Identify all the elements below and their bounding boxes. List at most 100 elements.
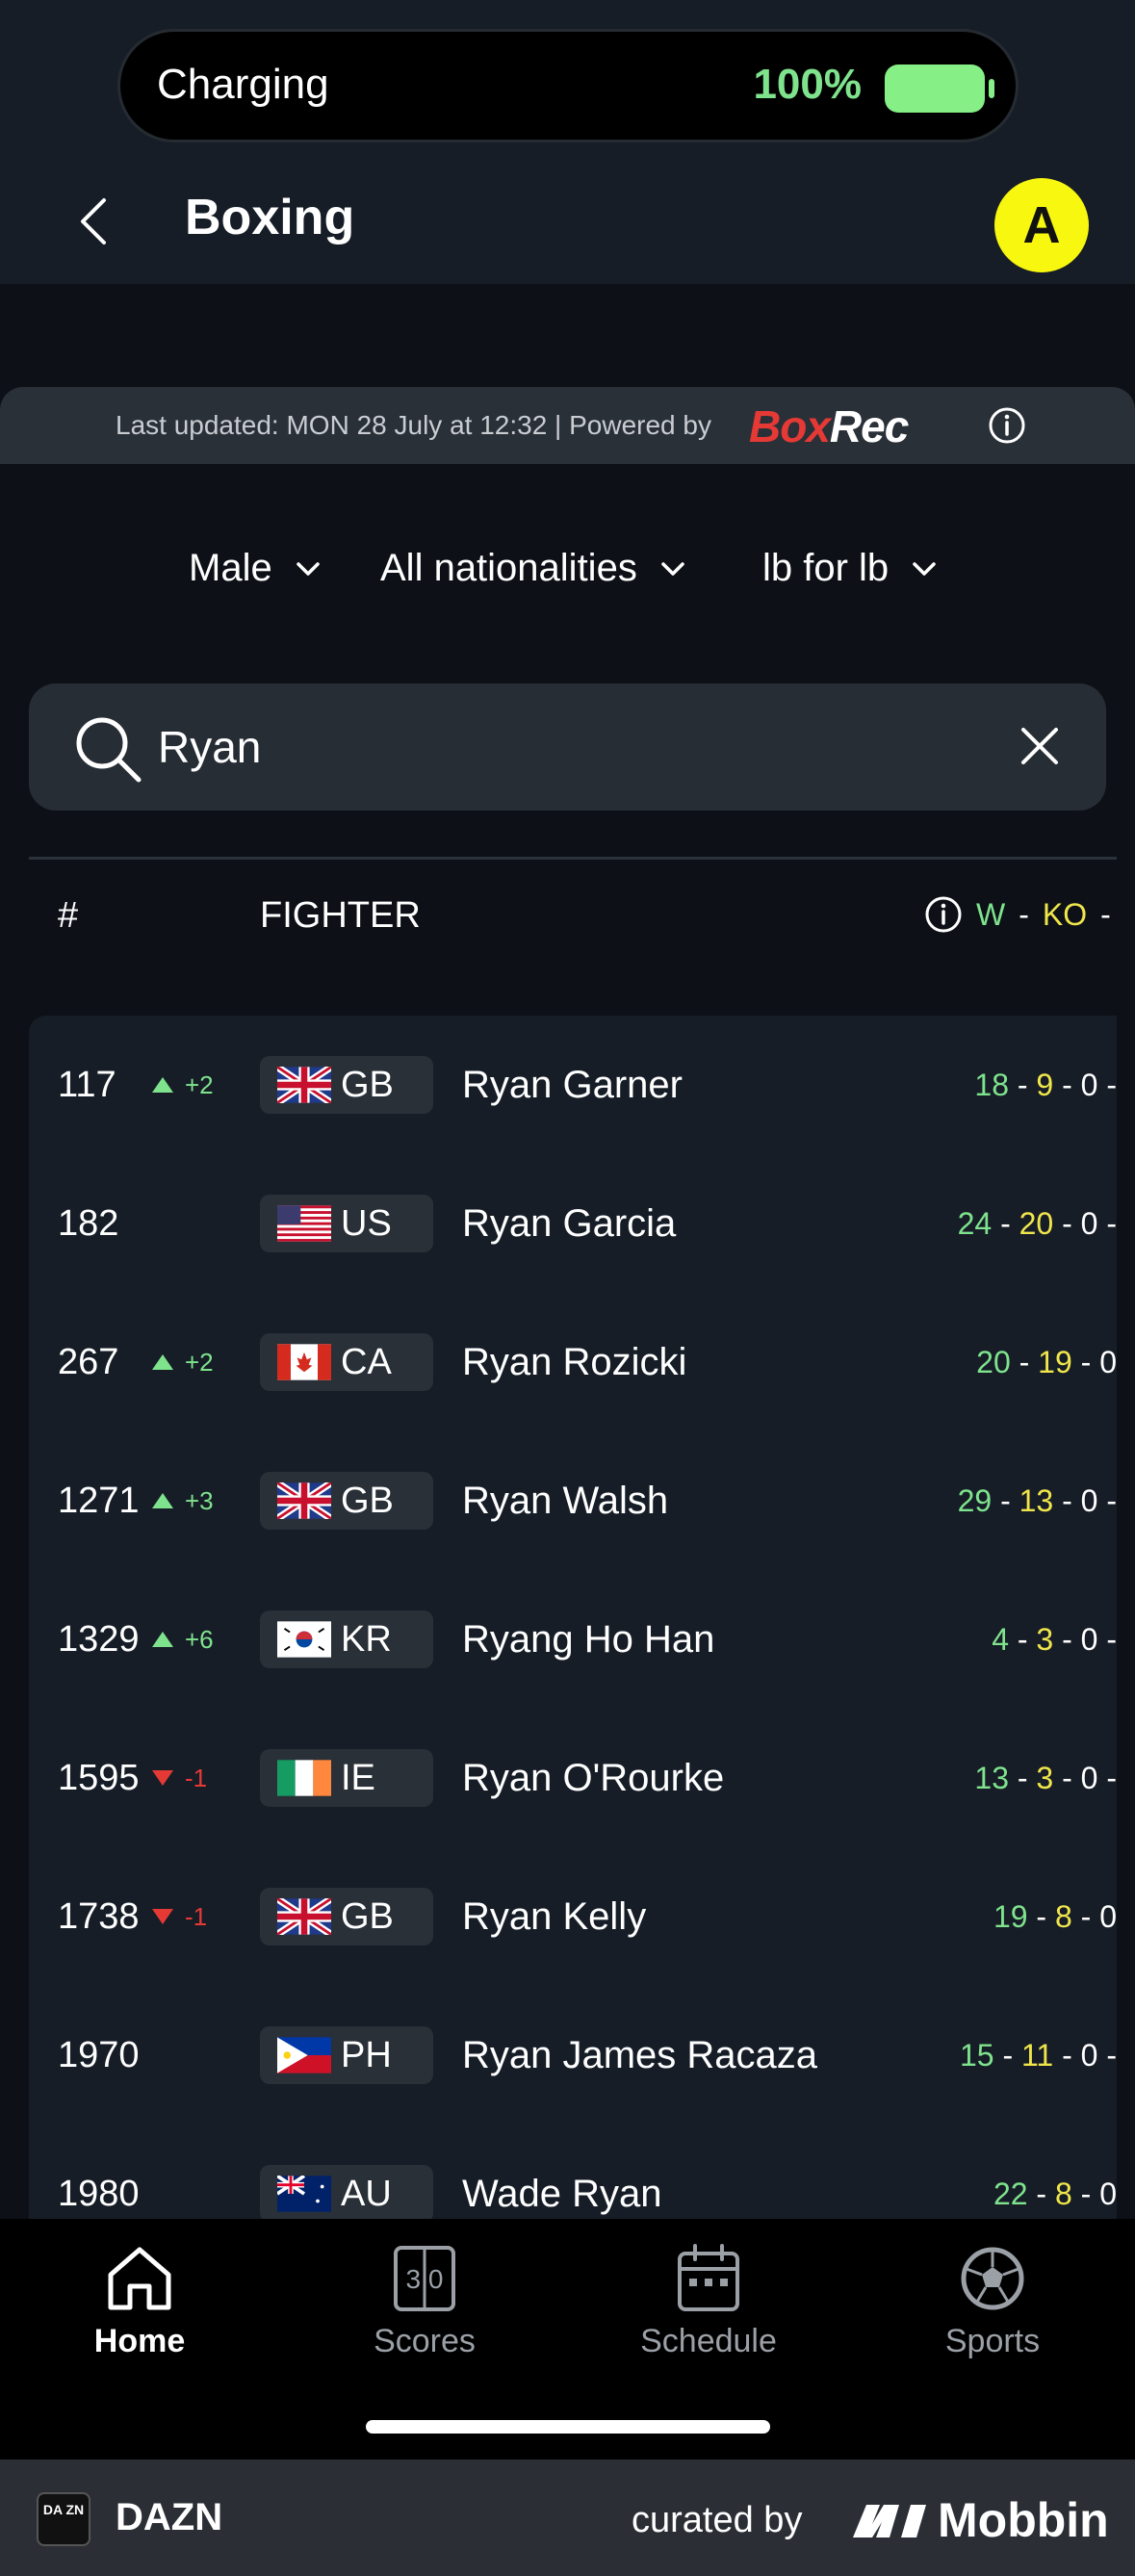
- gender-filter-label: Male: [189, 547, 272, 589]
- fighter-name: Ryan O'Rourke: [462, 1757, 725, 1799]
- chevron-down-icon: [661, 561, 684, 576]
- curated-by-label: curated by: [632, 2500, 803, 2540]
- trend-up-icon: [152, 1493, 173, 1508]
- fighter-name: Ryan Garcia: [462, 1202, 677, 1245]
- tab-sports-label: Sports: [944, 2323, 1041, 2359]
- nationality-code: IE: [341, 1757, 375, 1798]
- info-icon[interactable]: [924, 895, 963, 934]
- nationality-code: AU: [341, 2173, 392, 2214]
- mobbin-mark-icon: [853, 2505, 926, 2537]
- nationality-badge: PH: [260, 2026, 433, 2084]
- fighter-record: 20 - 19 - 0: [976, 1345, 1117, 1379]
- tab-scores[interactable]: 3 0 Scores: [328, 2242, 521, 2360]
- soccer-ball-icon: [961, 2247, 1024, 2310]
- nationality-badge: KR: [260, 1610, 433, 1668]
- separator: -: [1100, 896, 1111, 932]
- flag-gb-icon: [277, 1067, 331, 1103]
- boxrec-logo: BoxRec: [749, 401, 909, 451]
- rank: 1980: [58, 2174, 140, 2214]
- nationality-badge: IE: [260, 1749, 433, 1807]
- table-header: # FIGHTER W - KO -: [0, 895, 1135, 953]
- table-row[interactable]: 1738 -1 GB Ryan Kelly 19 - 8 - 0: [29, 1847, 1117, 1986]
- battery-percent: 100%: [753, 61, 862, 108]
- fighter-name: Ryan Walsh: [462, 1480, 669, 1522]
- table-row[interactable]: 1329 +6 KR Ryang Ho Han 4 - 3 - 0 -: [29, 1570, 1117, 1709]
- gender-filter[interactable]: Male: [189, 547, 322, 590]
- table-row[interactable]: 1595 -1 IE Ryan O'Rourke 13 - 3 - 0 -: [29, 1709, 1117, 1847]
- svg-text:3 0: 3 0: [406, 2264, 444, 2294]
- home-indicator[interactable]: [366, 2420, 770, 2434]
- tab-home-label: Home: [93, 2323, 186, 2359]
- fighter-name: Wade Ryan: [462, 2173, 662, 2215]
- filter-bar: Male All nationalities lb for lb: [0, 547, 1135, 605]
- nationality-code: PH: [341, 2034, 392, 2075]
- dazn-logo-icon: DA ZN: [37, 2492, 90, 2546]
- last-updated-bar: Last updated: MON 28 July at 12:32 | Pow…: [0, 387, 1135, 464]
- tab-schedule[interactable]: Schedule: [612, 2242, 805, 2360]
- rank-column-header: #: [58, 895, 79, 936]
- flag-gb-icon: [277, 1898, 331, 1935]
- search-icon: [76, 717, 142, 783]
- table-row[interactable]: 1970 PH Ryan James Racaza 15 - 11 - 0 -: [29, 1986, 1117, 2125]
- rank-change: -1: [152, 1847, 207, 1986]
- flag-ca-icon: [277, 1344, 331, 1380]
- table-row[interactable]: 182 US Ryan Garcia 24 - 20 - 0 -: [29, 1154, 1117, 1293]
- flag-au-icon: [277, 2176, 331, 2212]
- info-icon[interactable]: [988, 406, 1026, 445]
- flag-gb-icon: [277, 1482, 331, 1519]
- scoreboard-icon: 3 0: [394, 2246, 455, 2311]
- last-updated-text: Last updated: MON 28 July at 12:32 | Pow…: [116, 410, 711, 440]
- nationality-badge: US: [260, 1195, 433, 1252]
- nationality-filter-label: All nationalities: [380, 547, 637, 589]
- table-row[interactable]: 267 +2 CA Ryan Rozicki 20 - 19 - 0: [29, 1293, 1117, 1431]
- table-row[interactable]: 1271 +3 GB Ryan Walsh 29 - 13 - 0 -: [29, 1431, 1117, 1570]
- clear-icon[interactable]: [1016, 722, 1064, 770]
- nationality-code: GB: [341, 1895, 394, 1937]
- chevron-down-icon: [296, 561, 320, 576]
- search-box: [29, 683, 1106, 811]
- flag-us-icon: [277, 1205, 331, 1242]
- search-input[interactable]: [158, 710, 928, 784]
- tab-schedule-label: Schedule: [640, 2323, 777, 2359]
- app-header: Boxing A: [0, 154, 1135, 284]
- status-bar: Charging 100%: [0, 0, 1135, 154]
- table-row[interactable]: 1980 AU Wade Ryan 22 - 8 - 0: [29, 2125, 1117, 2219]
- weight-filter[interactable]: lb for lb: [762, 547, 939, 590]
- flag-ph-icon: [277, 2037, 331, 2074]
- tab-scores-label: Scores: [374, 2323, 476, 2359]
- fighter-record: 18 - 9 - 0 -: [974, 1068, 1117, 1102]
- fighter-record: 24 - 20 - 0 -: [957, 1206, 1117, 1241]
- fighter-name: Ryan Rozicki: [462, 1341, 687, 1383]
- trend-down-icon: [152, 1770, 173, 1786]
- fighter-record: 22 - 8 - 0: [993, 2177, 1117, 2211]
- nationality-code: CA: [341, 1341, 392, 1382]
- ko-header: KO: [1042, 896, 1088, 932]
- nationality-code: KR: [341, 1618, 392, 1660]
- nationality-badge: CA: [260, 1333, 433, 1391]
- charging-label: Charging: [157, 61, 329, 108]
- fighter-name: Ryan James Racaza: [462, 2034, 818, 2076]
- nationality-badge: AU: [260, 2165, 433, 2219]
- table-row[interactable]: 117 +2 GB Ryan Garner 18 - 9 - 0 -: [29, 1016, 1117, 1154]
- rank-change: +2: [152, 1016, 214, 1154]
- home-icon: [108, 2247, 171, 2310]
- rank: 1970: [58, 2035, 140, 2075]
- rank-change: -1: [152, 1709, 207, 1847]
- app-name: DAZN: [116, 2496, 223, 2538]
- fighter-record: 19 - 8 - 0: [993, 1899, 1117, 1934]
- nationality-filter[interactable]: All nationalities: [380, 547, 687, 590]
- nationality-code: US: [341, 1202, 392, 1244]
- rank-change: +6: [152, 1570, 214, 1709]
- tab-sports[interactable]: Sports: [896, 2242, 1089, 2360]
- fighter-record: 13 - 3 - 0 -: [974, 1761, 1117, 1795]
- back-arrow-icon[interactable]: [67, 193, 125, 250]
- nationality-badge: GB: [260, 1472, 433, 1530]
- rank: 182: [58, 1203, 119, 1244]
- tab-home[interactable]: Home: [43, 2242, 236, 2360]
- divider: [29, 857, 1117, 860]
- avatar[interactable]: A: [994, 178, 1089, 272]
- rank-change: +2: [152, 1293, 214, 1431]
- weight-filter-label: lb for lb: [762, 547, 890, 589]
- flag-kr-icon: [277, 1621, 331, 1658]
- dynamic-island: Charging 100%: [117, 29, 1019, 142]
